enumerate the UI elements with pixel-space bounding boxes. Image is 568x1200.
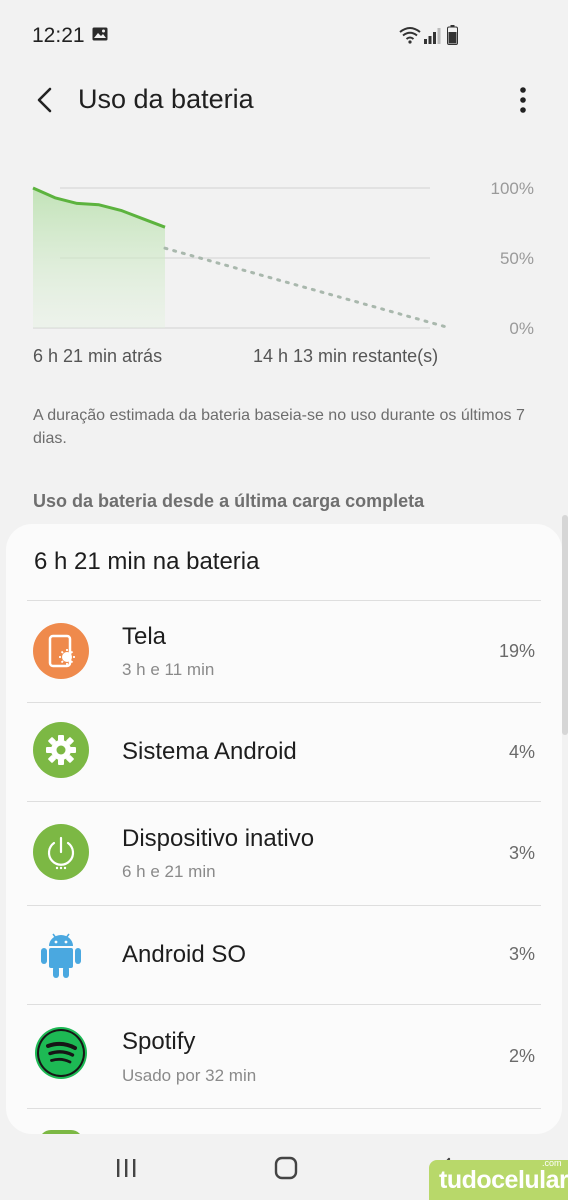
watermark-text: tudocelular	[439, 1166, 568, 1194]
app-usage-time: 3 h e 11 min	[122, 660, 215, 679]
screen-brightness-icon	[33, 623, 89, 679]
status-bar: 12:21	[0, 0, 568, 70]
app-name: Sistema Android	[122, 738, 297, 765]
y-tick-label: 50%	[499, 249, 534, 268]
battery-chart: 100% 50% 0% 6 h 21 min atrás 14 h 13 min…	[0, 168, 568, 378]
y-tick-label: 0%	[509, 319, 534, 338]
watermark-logo: tudocelular .com	[429, 1158, 568, 1200]
app-usage-time: Usado por 32 min	[122, 1066, 257, 1085]
section-header: Uso da bateria desde a última carga comp…	[33, 491, 425, 511]
app-usage-time: 6 h e 21 min	[122, 862, 216, 881]
app-percent: 4%	[508, 742, 535, 762]
list-item-spotify[interactable]: Spotify Usado por 32 min 2%	[6, 1005, 562, 1108]
card-title: 6 h 21 min na bateria	[34, 548, 260, 575]
gear-icon	[33, 722, 89, 778]
estimate-note: A duração estimada da bateria baseia-se …	[33, 407, 525, 447]
x-label-end: 14 h 13 min restante(s)	[253, 346, 439, 366]
app-name: Spotify	[122, 1028, 196, 1055]
more-options-icon[interactable]	[510, 82, 536, 118]
list-item-sistema-android[interactable]: Sistema Android 4%	[6, 703, 562, 801]
recent-apps-button[interactable]	[113, 1157, 139, 1179]
wifi-icon	[399, 27, 421, 44]
list-item-dispositivo-inativo[interactable]: Dispositivo inativo 6 h e 21 min 3%	[6, 802, 562, 905]
scrollbar[interactable]	[562, 515, 568, 735]
status-time: 12:21	[32, 24, 85, 47]
divider	[27, 1108, 541, 1109]
battery-icon	[447, 25, 458, 45]
app-name: Android SO	[122, 941, 247, 968]
app-bar: Uso da bateria	[0, 70, 568, 130]
home-button[interactable]	[273, 1155, 299, 1181]
app-percent: 2%	[508, 1046, 535, 1066]
prediction-line	[163, 246, 452, 330]
usage-card: 6 h 21 min na bateria Tela 3 h e 11 min …	[6, 524, 562, 1134]
gallery-notification-icon	[92, 27, 108, 41]
back-button[interactable]	[30, 84, 60, 116]
x-label-start: 6 h 21 min atrás	[33, 346, 163, 366]
app-name: Tela	[122, 623, 167, 650]
list-item-android-so[interactable]: Android SO 3%	[6, 906, 562, 1004]
next-app-icon-partial	[39, 1130, 83, 1134]
app-percent: 3%	[508, 944, 535, 964]
usage-area	[33, 188, 165, 328]
page-title: Uso da bateria	[78, 84, 254, 114]
app-percent: 3%	[508, 843, 535, 863]
watermark-suffix: .com	[542, 1158, 562, 1168]
app-name: Dispositivo inativo	[122, 825, 315, 852]
y-tick-label: 100%	[490, 179, 534, 198]
spotify-icon	[35, 1027, 87, 1079]
list-item-tela[interactable]: Tela 3 h e 11 min 19%	[6, 601, 562, 702]
signal-icon	[424, 28, 441, 44]
power-icon	[33, 824, 89, 880]
android-icon	[33, 926, 89, 982]
app-percent: 19%	[498, 641, 535, 661]
